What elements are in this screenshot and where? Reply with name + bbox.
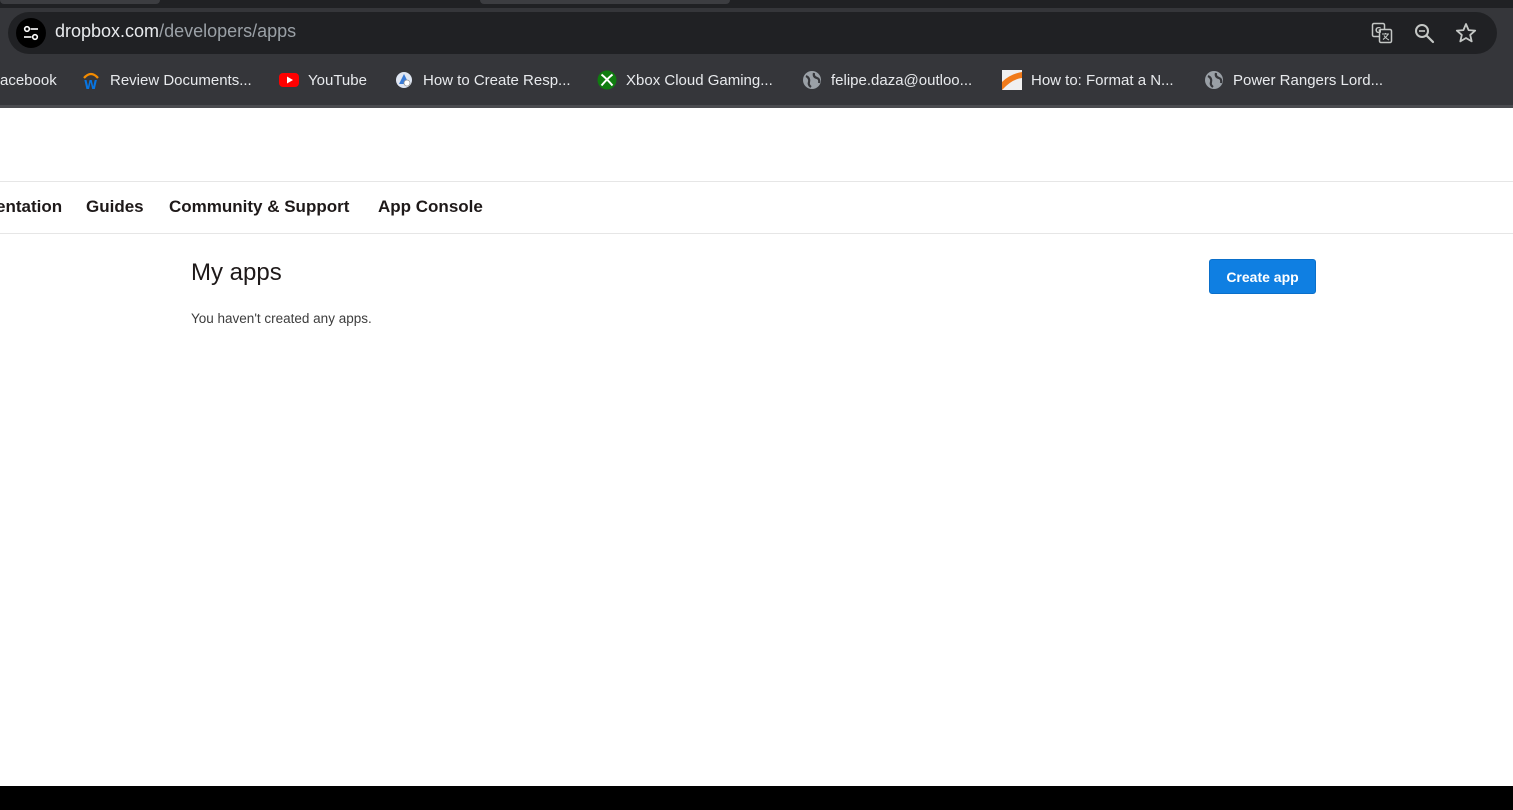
tab-strip [0, 0, 1513, 8]
bookmark-xbox[interactable]: Xbox Cloud Gaming... [597, 67, 773, 93]
page-title: My apps [191, 259, 282, 286]
bookmark-label: acebook [0, 71, 57, 89]
address-bar[interactable]: dropbox.com/developers/apps G [8, 12, 1497, 54]
nav-item-app-console[interactable]: App Console [378, 197, 483, 217]
developer-nav: entation Guides Community & Support App … [0, 183, 1513, 234]
taskbar-strip [0, 786, 1513, 810]
bookmark-label: felipe.daza@outloo... [831, 71, 973, 89]
workday-icon: W [81, 70, 101, 90]
bookmark-label: YouTube [308, 71, 367, 89]
site-favicon [394, 70, 414, 90]
tab[interactable] [0, 0, 160, 4]
browser-chrome: dropbox.com/developers/apps G acebook W … [0, 0, 1513, 108]
globe-icon [802, 70, 822, 90]
xbox-icon [597, 70, 617, 90]
site-info-icon[interactable] [16, 18, 46, 48]
bookmark-youtube[interactable]: YouTube [279, 67, 367, 93]
bookmark-label: Power Rangers Lord... [1233, 71, 1384, 89]
page-content: entation Guides Community & Support App … [0, 108, 1513, 786]
bookmark-star-icon[interactable] [1454, 21, 1478, 45]
nav-item-community-support[interactable]: Community & Support [169, 197, 349, 217]
bookmark-outlook[interactable]: felipe.daza@outloo... [802, 67, 972, 93]
bookmark-format[interactable]: How to: Format a N... [1002, 67, 1174, 93]
bookmarks-bar: acebook W Review Documents... YouTube Ho… [0, 62, 1513, 98]
bookmark-facebook[interactable]: acebook [0, 67, 57, 93]
bookmark-label: How to: Format a N... [1031, 71, 1174, 89]
bookmark-label: Review Documents... [110, 71, 252, 89]
bookmark-power-rangers[interactable]: Power Rangers Lord... [1204, 67, 1383, 93]
url-host: dropbox.com [55, 21, 160, 41]
globe-icon [1204, 70, 1224, 90]
site-header [0, 108, 1513, 182]
translate-icon[interactable]: G [1370, 21, 1394, 45]
svg-text:W: W [84, 78, 97, 90]
empty-state-message: You haven't created any apps. [191, 311, 372, 326]
bookmark-label: How to Create Resp... [423, 71, 571, 89]
svg-text:G: G [1375, 26, 1382, 35]
nav-item-guides[interactable]: Guides [86, 197, 144, 217]
youtube-icon [279, 70, 299, 90]
url-text[interactable]: dropbox.com/developers/apps [55, 21, 296, 42]
create-app-button[interactable]: Create app [1209, 259, 1316, 294]
tab[interactable] [480, 0, 730, 4]
bookmark-how-to-create[interactable]: How to Create Resp... [394, 67, 571, 93]
zoom-icon[interactable] [1412, 21, 1436, 45]
nav-item-documentation[interactable]: entation [0, 197, 62, 217]
bookmark-review-documents[interactable]: W Review Documents... [81, 67, 252, 93]
url-path: /developers/apps [159, 21, 297, 41]
bookmark-label: Xbox Cloud Gaming... [626, 71, 773, 89]
site-favicon [1002, 70, 1022, 90]
